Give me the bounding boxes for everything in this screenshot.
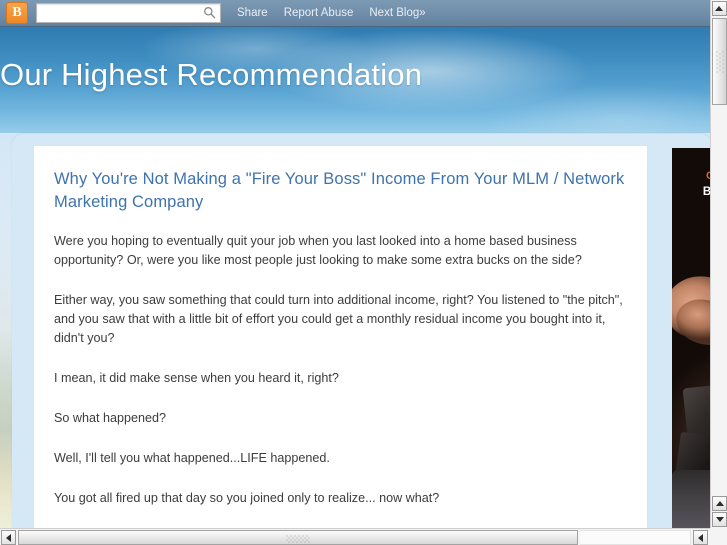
chevron-left-icon — [6, 533, 11, 542]
main-content-column: Why You're Not Making a "Fire Your Boss"… — [33, 145, 648, 528]
blogger-logo-letter: B — [12, 5, 22, 20]
ad-headline-line-3: Degree — [672, 201, 710, 213]
scroll-left-button-end[interactable] — [693, 530, 708, 545]
blog-post: Why You're Not Making a "Fire Your Boss"… — [34, 146, 647, 528]
blogger-navbar: B Share Report Abuse Next Blog» — [0, 0, 710, 27]
blogger-logo-icon[interactable]: B — [6, 2, 28, 24]
vertical-scrollbar-thumb[interactable] — [712, 18, 727, 105]
post-paragraph: I mean, it did make sense when you heard… — [54, 371, 339, 385]
sidebar-ad-banner[interactable]: Computer Bachelor's Degree — [672, 148, 710, 528]
scroll-up-button-bottom[interactable] — [712, 496, 727, 511]
scrollbar-grip-icon — [716, 50, 724, 73]
scroll-down-button[interactable] — [712, 512, 727, 527]
chevron-up-icon — [715, 6, 723, 11]
chevron-down-icon — [715, 517, 724, 522]
post-paragraph: Were you hoping to eventually quit your … — [54, 234, 582, 267]
scroll-up-button[interactable] — [711, 1, 727, 16]
blog-header-banner: Our Highest Recommendation — [0, 27, 710, 133]
search-icon — [204, 7, 216, 19]
navbar-link-share[interactable]: Share — [237, 7, 268, 19]
post-title[interactable]: Why You're Not Making a "Fire Your Boss"… — [54, 168, 627, 214]
blog-title[interactable]: Our Highest Recommendation — [0, 57, 710, 93]
chevron-up-icon — [715, 501, 724, 506]
navbar-search-box[interactable] — [36, 3, 221, 23]
scrollbar-corner — [710, 528, 727, 545]
navbar-link-report-abuse[interactable]: Report Abuse — [284, 7, 354, 19]
chevron-left-icon — [698, 533, 703, 542]
navbar-link-next-blog[interactable]: Next Blog» — [369, 7, 425, 19]
post-paragraph: Either way, you saw something that could… — [54, 293, 623, 345]
ad-headline-line-2: Bachelor's — [702, 186, 710, 198]
ad-image-figure — [672, 470, 710, 528]
scroll-left-button[interactable] — [1, 530, 16, 545]
horizontal-scrollbar-thumb[interactable] — [18, 530, 578, 545]
horizontal-scrollbar[interactable] — [0, 528, 727, 545]
browser-viewport: B Share Report Abuse Next Blog» Our High… — [0, 0, 710, 528]
ad-headline-line-1: Computer — [706, 170, 710, 182]
post-paragraph: So what happened? — [54, 411, 167, 425]
vertical-scrollbar[interactable] — [710, 0, 727, 528]
vertical-scroll-buttons — [711, 495, 727, 528]
scrollbar-grip-icon — [286, 535, 310, 543]
search-input[interactable] — [40, 5, 199, 21]
horizontal-scrollbar-track[interactable] — [580, 530, 691, 545]
post-paragraph: Well, I'll tell you what happened...LIFE… — [54, 451, 330, 465]
sidebar: Computer Bachelor's Degree — [672, 148, 710, 528]
post-paragraph: You got all fired up that day so you joi… — [54, 491, 440, 505]
